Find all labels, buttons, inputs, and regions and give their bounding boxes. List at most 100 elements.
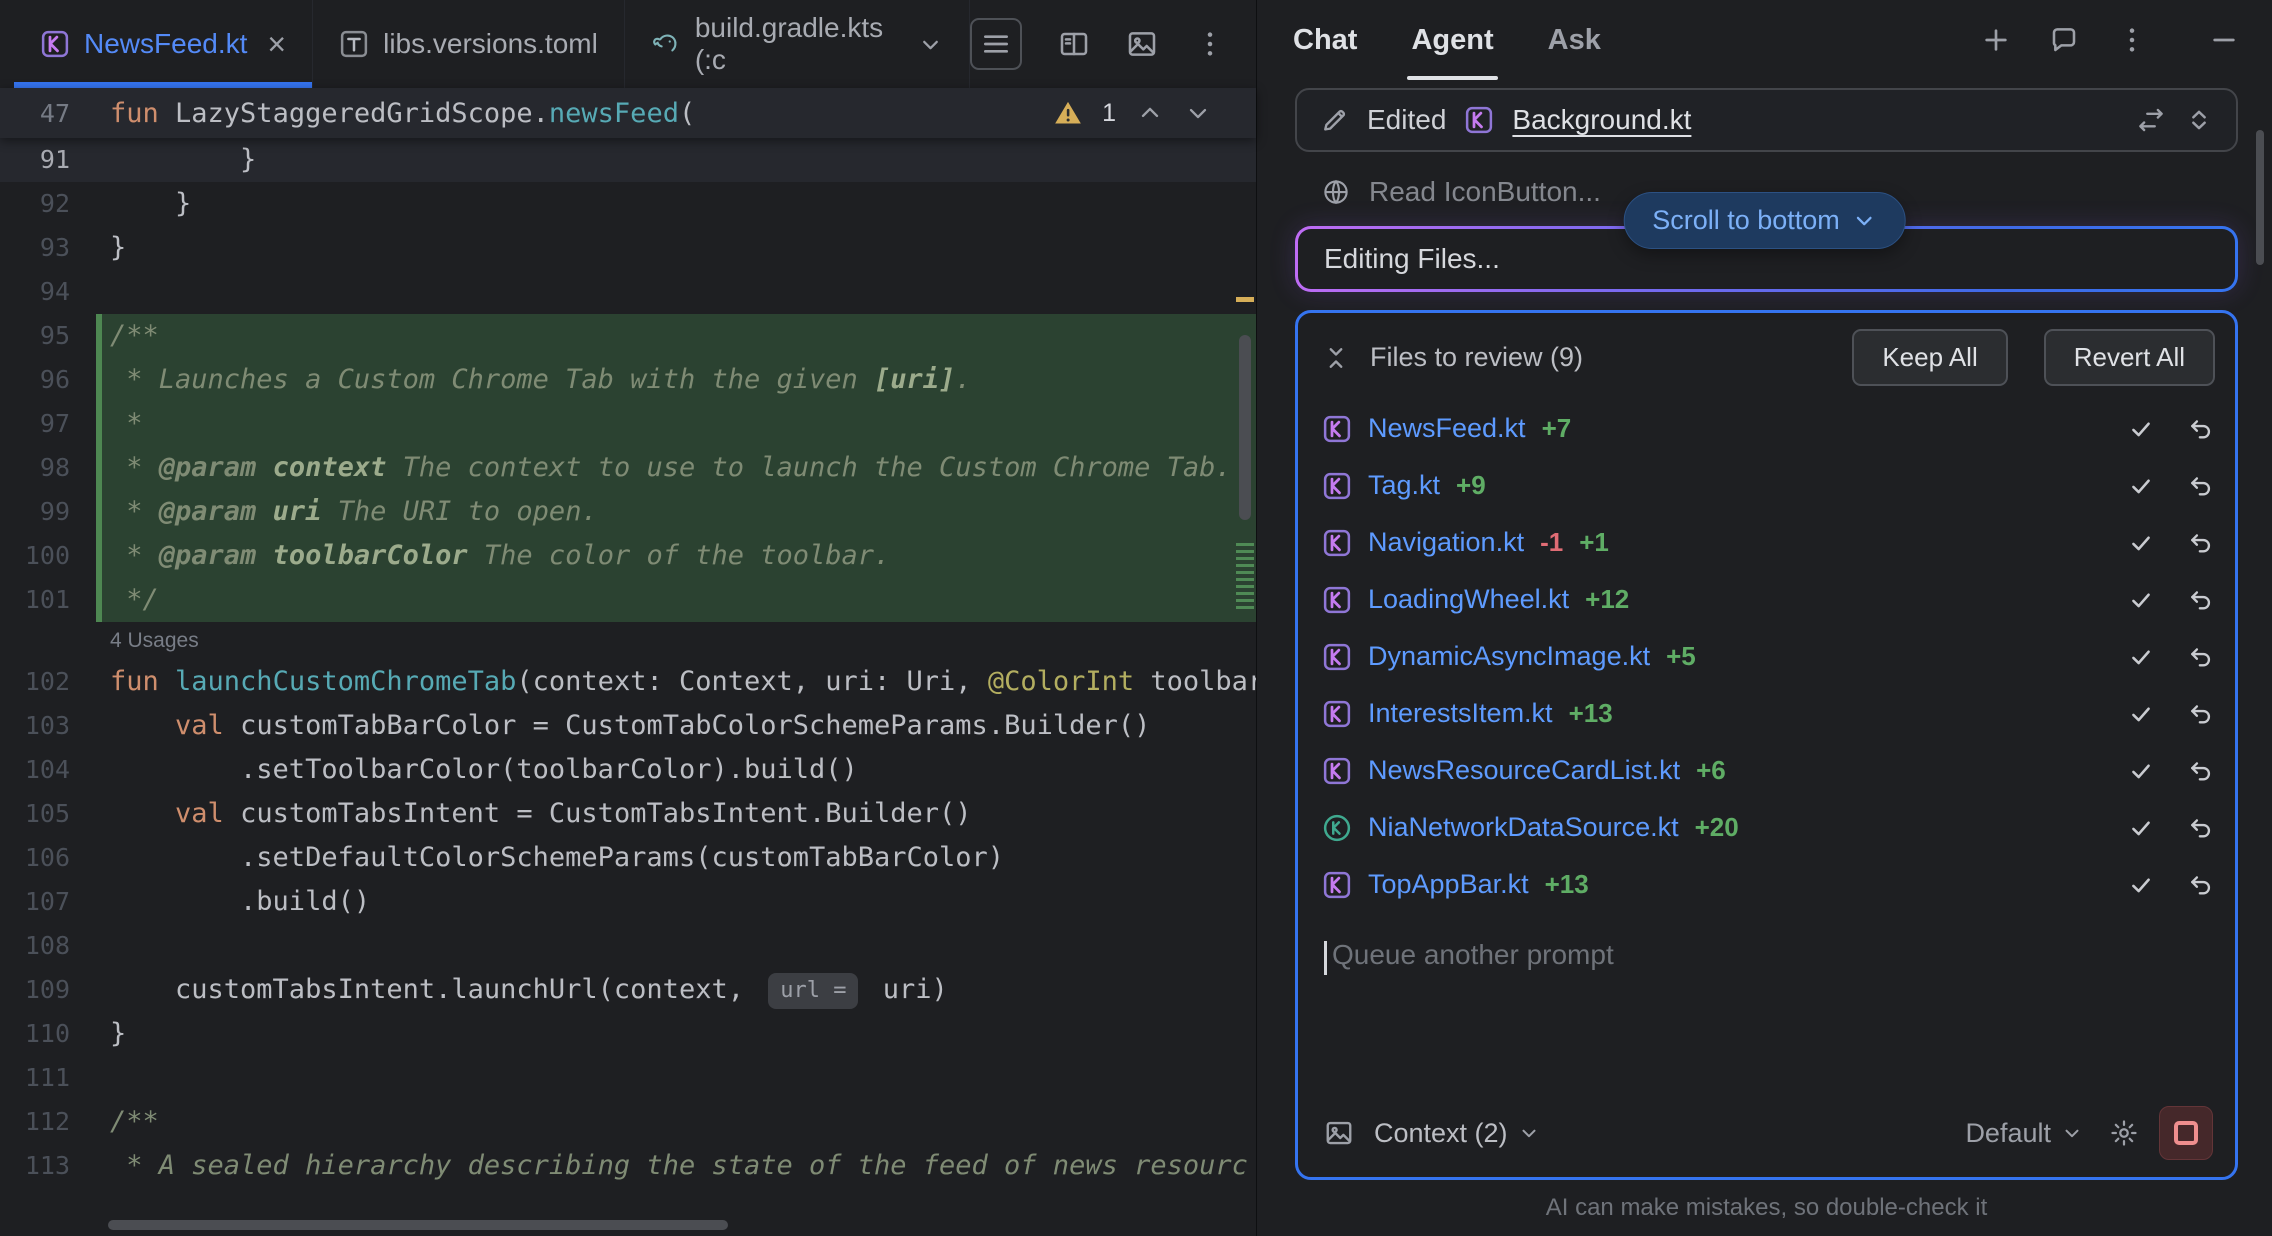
code-text[interactable] — [96, 924, 1256, 968]
accept-file-icon[interactable] — [2127, 586, 2155, 614]
code-text[interactable]: .setToolbarColor(toolbarColor).build() — [96, 748, 1256, 792]
code-line-94: 94 — [0, 270, 1256, 314]
chat-scrollbar[interactable] — [2256, 130, 2264, 265]
chat-more-icon[interactable] — [2116, 24, 2148, 56]
code-text[interactable]: */ — [96, 578, 1256, 622]
review-file-row[interactable]: LoadingWheel.kt+12 — [1322, 571, 2215, 628]
file-name-link[interactable]: NewsResourceCardList.kt — [1368, 755, 1680, 786]
editor-list-view-icon[interactable] — [970, 18, 1022, 70]
attach-image-icon[interactable] — [1324, 1118, 1354, 1148]
code-text[interactable]: * @param uri The URI to open. — [96, 490, 1256, 534]
review-file-row[interactable]: NewsResourceCardList.kt+6 — [1322, 742, 2215, 799]
ai-chat-panel: ChatAgentAsk Edited Background.kt Read I… — [1257, 0, 2272, 1236]
revert-file-icon[interactable] — [2187, 871, 2215, 899]
code-text[interactable]: * — [96, 402, 1256, 446]
accept-file-icon[interactable] — [2127, 757, 2155, 785]
code-text[interactable]: .setDefaultColorSchemeParams(customTabBa… — [96, 836, 1256, 880]
previous-problem-icon[interactable] — [1136, 99, 1164, 127]
sticky-code-header[interactable]: 47 fun LazyStaggeredGridScope.newsFeed( … — [0, 88, 1256, 138]
file-name-link[interactable]: NiaNetworkDataSource.kt — [1368, 812, 1679, 843]
file-name-link[interactable]: NewsFeed.kt — [1368, 413, 1526, 444]
code-text[interactable]: customTabsIntent.launchUrl(context, url … — [96, 968, 1256, 1012]
expand-collapse-icon[interactable] — [2184, 105, 2214, 135]
editor-more-icon[interactable] — [1194, 28, 1226, 60]
accept-file-icon[interactable] — [2127, 472, 2155, 500]
revert-file-icon[interactable] — [2187, 757, 2215, 785]
keep-all-button[interactable]: Keep All — [1852, 329, 2007, 386]
new-chat-icon[interactable] — [1980, 24, 2012, 56]
file-name-link[interactable]: DynamicAsyncImage.kt — [1368, 641, 1650, 672]
accept-file-icon[interactable] — [2127, 814, 2155, 842]
code-text[interactable] — [96, 1056, 1256, 1100]
editor-horizontal-scrollbar[interactable] — [108, 1220, 728, 1230]
review-file-row[interactable]: DynamicAsyncImage.kt+5 — [1322, 628, 2215, 685]
code-text[interactable]: fun launchCustomChromeTab(context: Conte… — [96, 660, 1256, 704]
code-text[interactable] — [96, 270, 1256, 314]
settings-gear-icon[interactable] — [2109, 1118, 2139, 1148]
code-text[interactable]: * Launches a Custom Chrome Tab with the … — [96, 358, 1256, 402]
review-file-row[interactable]: Navigation.kt-1+1 — [1322, 514, 2215, 571]
sticky-code-text[interactable]: fun LazyStaggeredGridScope.newsFeed( — [96, 98, 1054, 129]
split-editor-icon[interactable] — [1058, 28, 1090, 60]
revert-file-icon[interactable] — [2187, 700, 2215, 728]
revert-file-icon[interactable] — [2187, 472, 2215, 500]
context-selector[interactable]: Context (2) — [1374, 1118, 1540, 1149]
editor-tab-newsfeed-kt[interactable]: NewsFeed.kt× — [14, 0, 313, 88]
code-text[interactable]: val customTabsIntent = CustomTabsIntent.… — [96, 792, 1256, 836]
code-text[interactable]: * @param toolbarColor The color of the t… — [96, 534, 1256, 578]
revert-file-icon[interactable] — [2187, 643, 2215, 671]
code-text[interactable]: .build() — [96, 880, 1256, 924]
code-text[interactable]: } — [96, 1012, 1256, 1056]
diff-icon[interactable] — [2136, 105, 2166, 135]
accept-file-icon[interactable] — [2127, 871, 2155, 899]
file-name-link[interactable]: LoadingWheel.kt — [1368, 584, 1569, 615]
stop-button[interactable] — [2159, 1106, 2213, 1160]
revert-file-icon[interactable] — [2187, 814, 2215, 842]
code-text[interactable]: } — [96, 226, 1256, 270]
file-name-link[interactable]: Tag.kt — [1368, 470, 1440, 501]
review-file-row[interactable]: Tag.kt+9 — [1322, 457, 2215, 514]
revert-file-icon[interactable] — [2187, 529, 2215, 557]
usages-hint[interactable]: 4 Usages — [0, 622, 1256, 660]
chat-tab-chat[interactable]: Chat — [1289, 0, 1361, 80]
revert-all-button[interactable]: Revert All — [2044, 329, 2215, 386]
collapse-icon[interactable] — [1322, 344, 1350, 372]
inspection-widget[interactable]: 1 — [1054, 99, 1212, 128]
file-name-link[interactable]: TopAppBar.kt — [1368, 869, 1529, 900]
code-text[interactable]: * @param context The context to use to l… — [96, 446, 1256, 490]
revert-file-icon[interactable] — [2187, 415, 2215, 443]
code-text[interactable]: } — [96, 138, 1256, 182]
code-text[interactable]: * A sealed hierarchy describing the stat… — [96, 1144, 1256, 1188]
scroll-to-bottom-button[interactable]: Scroll to bottom — [1623, 192, 1906, 249]
editor-vertical-scrollbar[interactable] — [1239, 335, 1251, 520]
prompt-input[interactable]: Queue another prompt — [1298, 913, 2235, 1089]
code-editor[interactable]: 91 }92 }93}9495/**96 * Launches a Custom… — [0, 138, 1256, 1236]
accept-file-icon[interactable] — [2127, 415, 2155, 443]
code-text[interactable]: /** — [96, 314, 1256, 358]
editor-tab-libs-versions-toml[interactable]: libs.versions.toml — [313, 0, 625, 88]
next-problem-icon[interactable] — [1184, 99, 1212, 127]
chat-history-icon[interactable] — [2048, 24, 2080, 56]
tab-dropdown-icon[interactable] — [918, 32, 943, 57]
chat-tab-ask[interactable]: Ask — [1544, 0, 1605, 80]
editor-tab-build-gradle-kts-c[interactable]: build.gradle.kts (:c — [625, 0, 970, 88]
review-file-row[interactable]: TopAppBar.kt+13 — [1322, 856, 2215, 913]
edited-file-link[interactable]: Background.kt — [1512, 104, 1691, 136]
review-file-row[interactable]: NiaNetworkDataSource.kt+20 — [1322, 799, 2215, 856]
code-text[interactable]: } — [96, 182, 1256, 226]
accept-file-icon[interactable] — [2127, 643, 2155, 671]
code-text[interactable]: val customTabBarColor = CustomTabColorSc… — [96, 704, 1256, 748]
screenshot-icon[interactable] — [1126, 28, 1158, 60]
accept-file-icon[interactable] — [2127, 529, 2155, 557]
accept-file-icon[interactable] — [2127, 700, 2155, 728]
model-selector[interactable]: Default — [1965, 1118, 2083, 1149]
file-name-link[interactable]: InterestsItem.kt — [1368, 698, 1553, 729]
revert-file-icon[interactable] — [2187, 586, 2215, 614]
chat-tab-agent[interactable]: Agent — [1407, 0, 1497, 80]
file-name-link[interactable]: Navigation.kt — [1368, 527, 1524, 558]
review-file-row[interactable]: NewsFeed.kt+7 — [1322, 400, 2215, 457]
review-file-row[interactable]: InterestsItem.kt+13 — [1322, 685, 2215, 742]
code-text[interactable]: /** — [96, 1100, 1256, 1144]
hide-panel-icon[interactable] — [2208, 24, 2240, 56]
close-tab-icon[interactable]: × — [267, 28, 286, 60]
